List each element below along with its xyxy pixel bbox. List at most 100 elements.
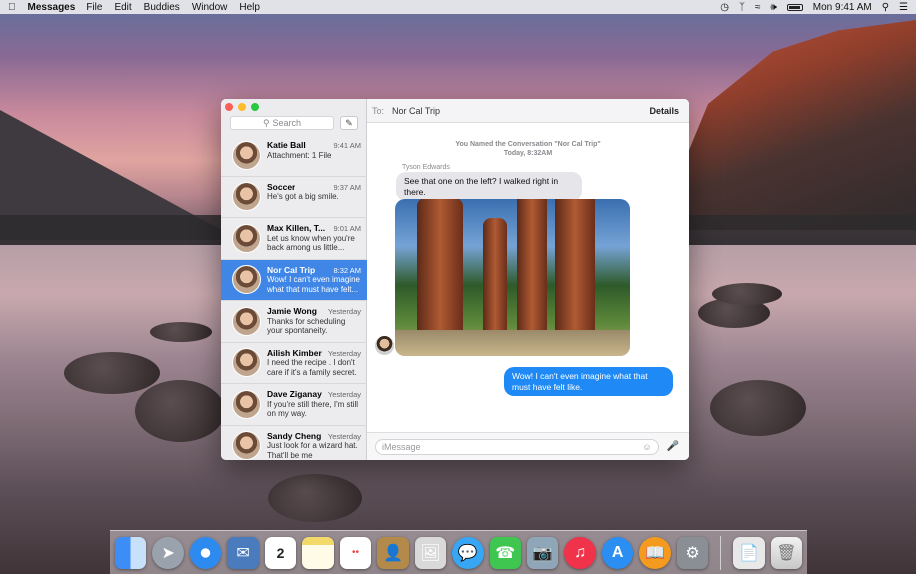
compose-button[interactable]: ✎ xyxy=(340,116,358,130)
calendar-day: 2 xyxy=(276,544,285,561)
spotlight-icon[interactable]: ⚲ xyxy=(882,2,889,13)
messages-window: ⚲ Search ✎ Katie Ball 9:41 AM Attachment… xyxy=(221,99,689,460)
battery-icon[interactable] xyxy=(786,3,803,11)
wallpaper-rock xyxy=(64,352,160,394)
conversation-time: 8:32 AM xyxy=(333,265,361,275)
documents-folder-icon[interactable]: 📄 xyxy=(733,536,765,569)
notification-center-icon[interactable]: ☰ xyxy=(899,2,908,13)
dock: ➤ ✉ 2 •• 👤 🖼 💬 ☎ 📷 ♫ A 📖 ⚙ 📄 🗑 xyxy=(110,530,807,574)
photo-ground xyxy=(395,330,630,356)
conversation-time: Yesterday xyxy=(327,307,361,316)
conversation-name: Dave Ziganay xyxy=(267,390,322,399)
conversation-name: Sandy Cheng xyxy=(267,431,322,441)
conversation-time: 9:41 AM xyxy=(333,141,361,150)
conversation-max-killen[interactable]: Max Killen, T... 9:01 AM Let us know whe… xyxy=(221,218,367,260)
avatar xyxy=(232,182,261,212)
conversation-preview: Attachment: 1 File xyxy=(267,150,332,160)
avatar xyxy=(232,306,261,336)
wallpaper-mountain-right xyxy=(656,20,916,230)
avatar xyxy=(232,140,261,170)
recipient-field[interactable]: Nor Cal Trip xyxy=(392,106,440,116)
dock-separator xyxy=(720,535,722,570)
bluetooth-icon[interactable]: ᛉ xyxy=(739,2,745,13)
photo-tree-trunk xyxy=(483,218,507,338)
avatar xyxy=(232,431,261,460)
preview-icon[interactable]: 🖼 xyxy=(414,536,447,569)
message-input[interactable]: iMessage ☺ xyxy=(375,438,659,455)
messages-icon[interactable]: 💬 xyxy=(452,536,484,569)
app-store-icon[interactable]: A xyxy=(601,536,634,569)
reminders-icon[interactable]: •• xyxy=(339,536,372,569)
microphone-icon[interactable]: 🎤 xyxy=(667,441,679,452)
conversation-time: Yesterday xyxy=(327,348,361,358)
conversation-ailish-kimber[interactable]: Ailish Kimber Yesterday I need the recip… xyxy=(221,343,367,384)
to-label: To: xyxy=(372,105,385,116)
conversation-time: Yesterday xyxy=(327,431,361,441)
notes-icon[interactable] xyxy=(302,536,334,569)
contacts-icon[interactable]: 👤 xyxy=(377,536,409,569)
conversation-name: Nor Cal Trip xyxy=(267,265,316,275)
emoji-icon[interactable]: ☺ xyxy=(642,442,651,452)
avatar xyxy=(232,265,261,295)
conversation-sidebar: ⚲ Search ✎ Katie Ball 9:41 AM Attachment… xyxy=(221,99,367,460)
avatar xyxy=(232,223,261,253)
conversation-preview: Wow! I can't even imagine what that must… xyxy=(267,275,360,294)
conversation-nor-cal-trip[interactable]: Nor Cal Trip 8:32 AM Wow! I can't even i… xyxy=(221,259,367,301)
iphoto-icon[interactable]: 📷 xyxy=(526,536,559,569)
photo-attachment[interactable] xyxy=(395,199,630,356)
incoming-message-bubble[interactable]: See that one on the left? I walked right… xyxy=(396,172,582,201)
ibooks-icon[interactable]: 📖 xyxy=(639,536,671,569)
menu-edit[interactable]: Edit xyxy=(114,2,131,13)
conversation-preview: He's got a big smile. xyxy=(267,192,339,201)
system-preferences-icon[interactable]: ⚙ xyxy=(676,536,709,569)
conversation-katie-ball[interactable]: Katie Ball 9:41 AM Attachment: 1 File xyxy=(221,135,367,177)
conversation-name: Ailish Kimber xyxy=(267,348,322,358)
safari-icon[interactable] xyxy=(189,536,222,569)
menu-help[interactable]: Help xyxy=(239,2,260,13)
system-message-time: Today, 8:32AM xyxy=(503,149,553,157)
wallpaper-rock xyxy=(268,474,362,522)
conversation-dave-ziganay[interactable]: Dave Ziganay Yesterday If you're still t… xyxy=(221,384,367,426)
apple-menu-icon[interactable]:  xyxy=(8,2,16,13)
wifi-icon[interactable]: ≈ xyxy=(755,2,761,13)
finder-icon[interactable] xyxy=(115,536,147,569)
mail-icon[interactable]: ✉ xyxy=(227,536,259,569)
conversation-name: Jamie Wong xyxy=(267,307,317,316)
conversation-preview: Let us know when you're back among us li… xyxy=(267,233,355,253)
menu-clock[interactable]: Mon 9:41 AM xyxy=(813,2,872,13)
trash-icon[interactable]: 🗑 xyxy=(770,536,803,569)
wallpaper-rock xyxy=(710,380,806,436)
menu-bar:  Messages File Edit Buddies Window Help… xyxy=(0,0,916,14)
outgoing-message-bubble[interactable]: Wow! I can't even imagine what that must… xyxy=(504,367,673,396)
calendar-icon[interactable]: 2 xyxy=(264,536,297,569)
conversation-time: 9:01 AM xyxy=(333,224,361,233)
conversation-list: Katie Ball 9:41 AM Attachment: 1 File So… xyxy=(221,135,367,460)
minimize-window-button[interactable] xyxy=(238,103,246,111)
photo-tree-trunk xyxy=(517,199,547,338)
conversation-soccer[interactable]: Soccer 9:37 AM He's got a big smile. xyxy=(221,177,367,218)
volume-icon[interactable]: 🕪 xyxy=(770,2,776,13)
menu-window[interactable]: Window xyxy=(192,2,228,13)
conversation-time: 9:37 AM xyxy=(333,182,361,192)
facetime-icon[interactable]: ☎ xyxy=(489,536,521,569)
chat-header: To: Nor Cal Trip Details xyxy=(367,99,689,123)
compose-icon: ✎ xyxy=(345,117,353,128)
launchpad-icon[interactable]: ➤ xyxy=(152,536,184,569)
close-window-button[interactable] xyxy=(225,103,233,111)
menu-file[interactable]: File xyxy=(86,2,102,13)
conversation-sandy-cheng[interactable]: Sandy Cheng Yesterday Just look for a wi… xyxy=(221,426,367,460)
zoom-window-button[interactable] xyxy=(251,103,259,111)
conversation-jamie-wong[interactable]: Jamie Wong Yesterday Thanks for scheduli… xyxy=(221,301,367,343)
menu-buddies[interactable]: Buddies xyxy=(144,2,180,13)
system-message-text: You Named the Conversation "Nor Cal Trip… xyxy=(455,141,601,148)
sender-avatar xyxy=(375,336,394,355)
menu-app-name[interactable]: Messages xyxy=(28,2,76,13)
wallpaper-rock xyxy=(712,283,782,305)
itunes-icon[interactable]: ♫ xyxy=(564,536,596,569)
time-machine-icon[interactable]: ◷ xyxy=(720,2,729,13)
photo-tree-trunk xyxy=(417,199,463,338)
conversation-name: Katie Ball xyxy=(267,141,306,150)
details-button[interactable]: Details xyxy=(649,106,679,116)
conversation-name: Max Killen, T... xyxy=(267,224,326,233)
search-input[interactable]: ⚲ Search xyxy=(230,116,334,130)
